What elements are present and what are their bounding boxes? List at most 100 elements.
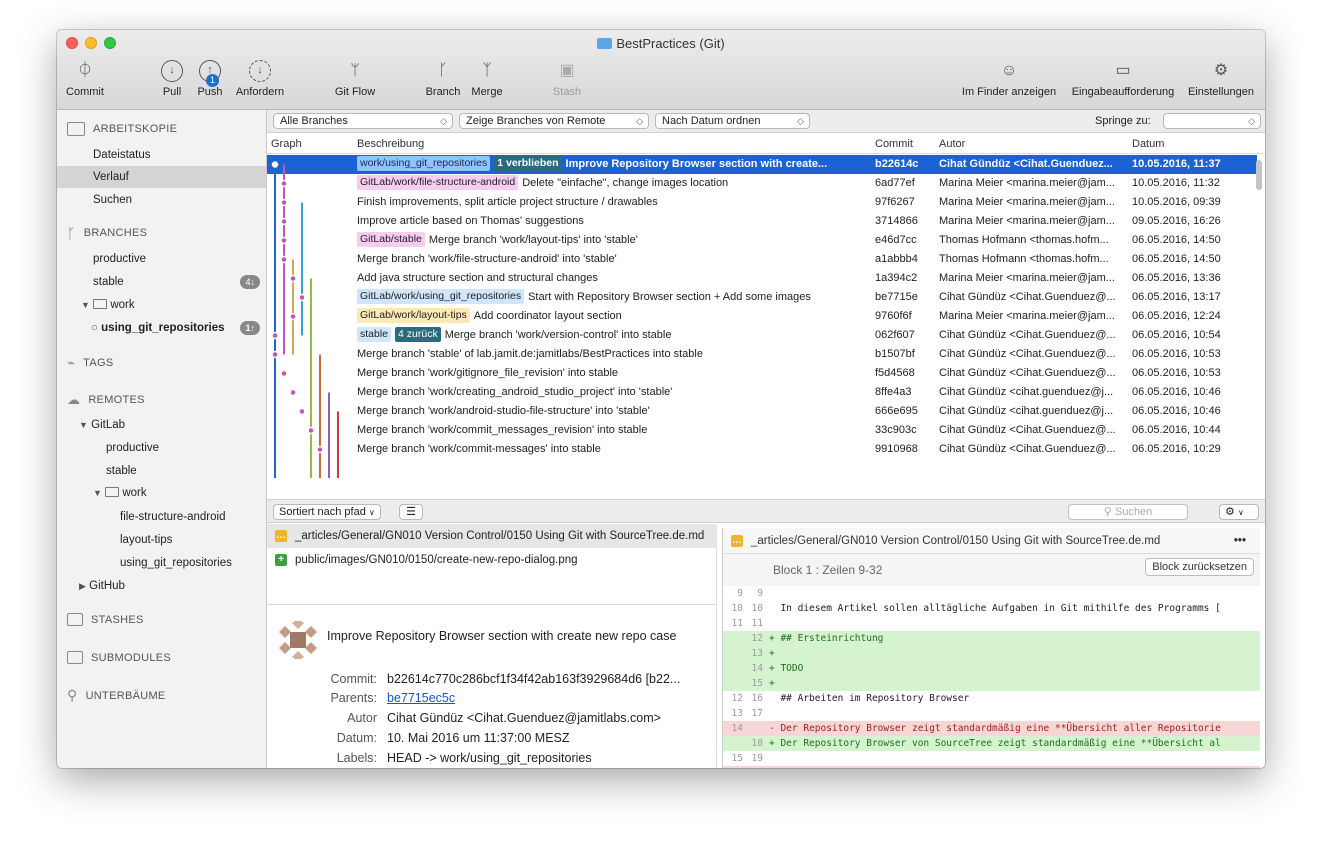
ref-label[interactable]: GitLab/stable	[357, 232, 425, 247]
list-view-button[interactable]: ☰	[399, 504, 423, 520]
ref-label[interactable]: stable	[357, 327, 392, 342]
commit-refs: HEAD -> work/using_git_repositories	[387, 751, 592, 765]
sidebar-remote-branch-file-structure-android[interactable]: file-structure-android	[57, 506, 266, 528]
stash-button[interactable]: ▣ Stash	[547, 60, 587, 98]
sidebar-item-history[interactable]: Verlauf	[57, 166, 266, 188]
show-in-finder-button[interactable]: ☺ Im Finder anzeigen	[956, 60, 1062, 98]
remotes-header[interactable]: ☁ REMOTES	[67, 392, 145, 408]
column-graph[interactable]: Graph	[271, 138, 302, 150]
commit-row[interactable]: Merge branch 'work/android-studio-file-s…	[267, 402, 1257, 421]
old-line-number: 12	[731, 693, 743, 704]
remote-branches-select[interactable]: Zeige Branches von Remote ◇	[459, 113, 649, 129]
sidebar-remote-branch-using-git-repositories[interactable]: using_git_repositories	[57, 552, 266, 574]
jump-to-select[interactable]: ◇	[1163, 113, 1261, 129]
sidebar-remote-folder-work[interactable]: ▼ work	[57, 482, 266, 504]
column-author[interactable]: Autor	[939, 138, 965, 150]
graph-commit-node	[280, 236, 288, 245]
reset-hunk-button[interactable]: Block zurücksetzen	[1145, 558, 1254, 576]
commit-row[interactable]: work/using_git_repositories 1 verblieben I…	[267, 155, 1257, 174]
commit-row[interactable]: Merge branch 'work/creating_android_stud…	[267, 383, 1257, 402]
line-text: +	[769, 678, 775, 689]
sidebar-branch-productive[interactable]: productive	[57, 248, 266, 270]
workspace-header[interactable]: ARBEITSKOPIE	[67, 122, 177, 136]
file-item[interactable]: … _articles/General/GN010 Version Control…	[267, 524, 717, 548]
sort-select[interactable]: Sortiert nach pfad ∨	[273, 504, 381, 520]
commit-button[interactable]: ⏀ Commit	[63, 60, 107, 98]
sidebar-remote-branch-stable[interactable]: stable	[57, 460, 266, 482]
tags-header[interactable]: ⌁ TAGS	[67, 355, 113, 371]
commit-row[interactable]: Add java structure section and structura…	[267, 269, 1257, 288]
commit-author: Cihat Gündüz <Cihat.Guenduez@jamitlabs.c…	[387, 711, 661, 725]
commit-row[interactable]: GitLab/work/using_git_repositories Start …	[267, 288, 1257, 307]
line-text: + Der Repository Browser von SourceTree …	[769, 738, 1221, 749]
column-description[interactable]: Beschreibung	[357, 138, 424, 150]
gitflow-button[interactable]: ᛘ Git Flow	[331, 60, 379, 98]
commit-row[interactable]: Merge branch 'work/file-structure-androi…	[267, 250, 1257, 269]
commit-author: Cihat Gündüz <Cihat.Guenduez@...	[939, 443, 1116, 455]
commit-row[interactable]: Merge branch 'work/gitignore_file_revisi…	[267, 364, 1257, 383]
commit-date: 10.05.2016, 11:32	[1132, 177, 1220, 189]
more-options-icon[interactable]: •••	[1234, 528, 1246, 554]
commit-row[interactable]: Merge branch 'stable' of lab.jamit.de:ja…	[267, 345, 1257, 364]
merge-icon: ᛉ	[482, 62, 492, 79]
new-line-number: 12	[751, 633, 763, 644]
search-input[interactable]: ⚲ Suchen	[1068, 504, 1188, 520]
commit-row[interactable]: Improve article based on Thomas' suggest…	[267, 212, 1257, 231]
diff-line: 12 16 ## Arbeiten im Repository Browser	[723, 691, 1260, 706]
ref-label[interactable]: GitLab/work/using_git_repositories	[357, 289, 525, 304]
parent-commit-link[interactable]: be7715ec5c	[387, 691, 707, 705]
order-select[interactable]: Nach Datum ordnen ◇	[655, 113, 810, 129]
sidebar-item-search[interactable]: Suchen	[57, 189, 266, 211]
subtrees-header[interactable]: ⚲ UNTERBÄUME	[67, 687, 166, 704]
ref-label[interactable]: work/using_git_repositories	[357, 156, 491, 171]
modified-file-icon: …	[275, 530, 287, 542]
sidebar-item-file-status[interactable]: Dateistatus	[57, 144, 266, 166]
branch-button[interactable]: ᚴ Branch	[421, 60, 465, 98]
stashes-header[interactable]: STASHES	[67, 613, 144, 626]
commit-row[interactable]: GitLab/work/file-structure-android Delete…	[267, 174, 1257, 193]
history-scrollbar[interactable]	[1256, 160, 1262, 190]
branches-header[interactable]: ᚴ BRANCHES	[67, 225, 147, 241]
commit-row[interactable]: stable 4 zurück Merge branch 'work/version…	[267, 326, 1257, 345]
commit-date: 06.05.2016, 10:53	[1132, 348, 1221, 360]
commit-description: work/using_git_repositories 1 verblieben I…	[357, 155, 867, 174]
commit-row[interactable]: GitLab/work/layout-tips Add coordinator l…	[267, 307, 1257, 326]
actions-menu-button[interactable]: ⚙ ∨	[1219, 504, 1259, 520]
commit-label: Commit:	[330, 672, 377, 686]
fetch-button[interactable]: ↓ Anfordern	[233, 60, 287, 98]
sidebar-remote-github[interactable]: ▶ GitHub	[57, 575, 266, 597]
branch-filter-select[interactable]: Alle Branches ◇	[273, 113, 453, 129]
ref-label[interactable]: 1 verblieben	[494, 156, 562, 171]
commit-row[interactable]: GitLab/stable Merge branch 'work/layout-t…	[267, 231, 1257, 250]
terminal-button[interactable]: ▭ Eingabeaufforderung	[1065, 60, 1181, 98]
column-date[interactable]: Datum	[1132, 138, 1164, 150]
column-commit[interactable]: Commit	[875, 138, 913, 150]
sidebar-remote-branch-layout-tips[interactable]: layout-tips	[57, 529, 266, 551]
sidebar-remote-gitlab[interactable]: ▼ GitLab	[57, 414, 266, 436]
ref-label[interactable]: GitLab/work/file-structure-android	[357, 175, 519, 190]
disclosure-down-icon: ▼	[93, 488, 102, 498]
commit-details: Improve Repository Browser section with …	[267, 604, 717, 768]
sidebar-branch-stable[interactable]: stable 4↓	[57, 271, 266, 293]
commit-row[interactable]: Merge branch 'work/commit-messages' into…	[267, 440, 1257, 459]
commit-summary: Merge branch 'work/version-control' into…	[444, 329, 672, 341]
sidebar-branch-current[interactable]: ○ using_git_repositories 1↑	[57, 317, 266, 339]
commit-author: Cihat Gündüz <Cihat.Guenduez@...	[939, 348, 1116, 360]
current-branch-icon: ○	[91, 322, 98, 334]
merge-button[interactable]: ᛉ Merge	[467, 60, 507, 98]
settings-button[interactable]: ⚙ Einstellungen	[1185, 60, 1257, 98]
commit-row[interactable]: Finish improvements, split article proje…	[267, 193, 1257, 212]
line-text: In diesem Artikel sollen alltägliche Auf…	[769, 603, 1221, 614]
commit-row[interactable]: Merge branch 'work/commit_messages_revis…	[267, 421, 1257, 440]
push-button[interactable]: ↑ 1 Push	[195, 60, 225, 98]
ref-label[interactable]: GitLab/work/layout-tips	[357, 308, 470, 323]
sidebar-folder-work[interactable]: ▼ work	[57, 294, 266, 316]
commit-summary: Merge branch 'work/commit_messages_revis…	[357, 424, 648, 436]
diff-line: 14 - Der Repository Browser zeigt standar…	[723, 721, 1260, 736]
pull-button[interactable]: ↓ Pull	[157, 60, 187, 98]
file-item[interactable]: + public/images/GN010/0150/create-new-rep…	[267, 548, 717, 572]
ref-label[interactable]: 4 zurück	[395, 327, 441, 342]
submodules-header[interactable]: SUBMODULES	[67, 651, 171, 664]
sidebar-remote-branch-productive[interactable]: productive	[57, 437, 266, 459]
commit-description: GitLab/work/layout-tips Add coordinator l…	[357, 307, 867, 326]
